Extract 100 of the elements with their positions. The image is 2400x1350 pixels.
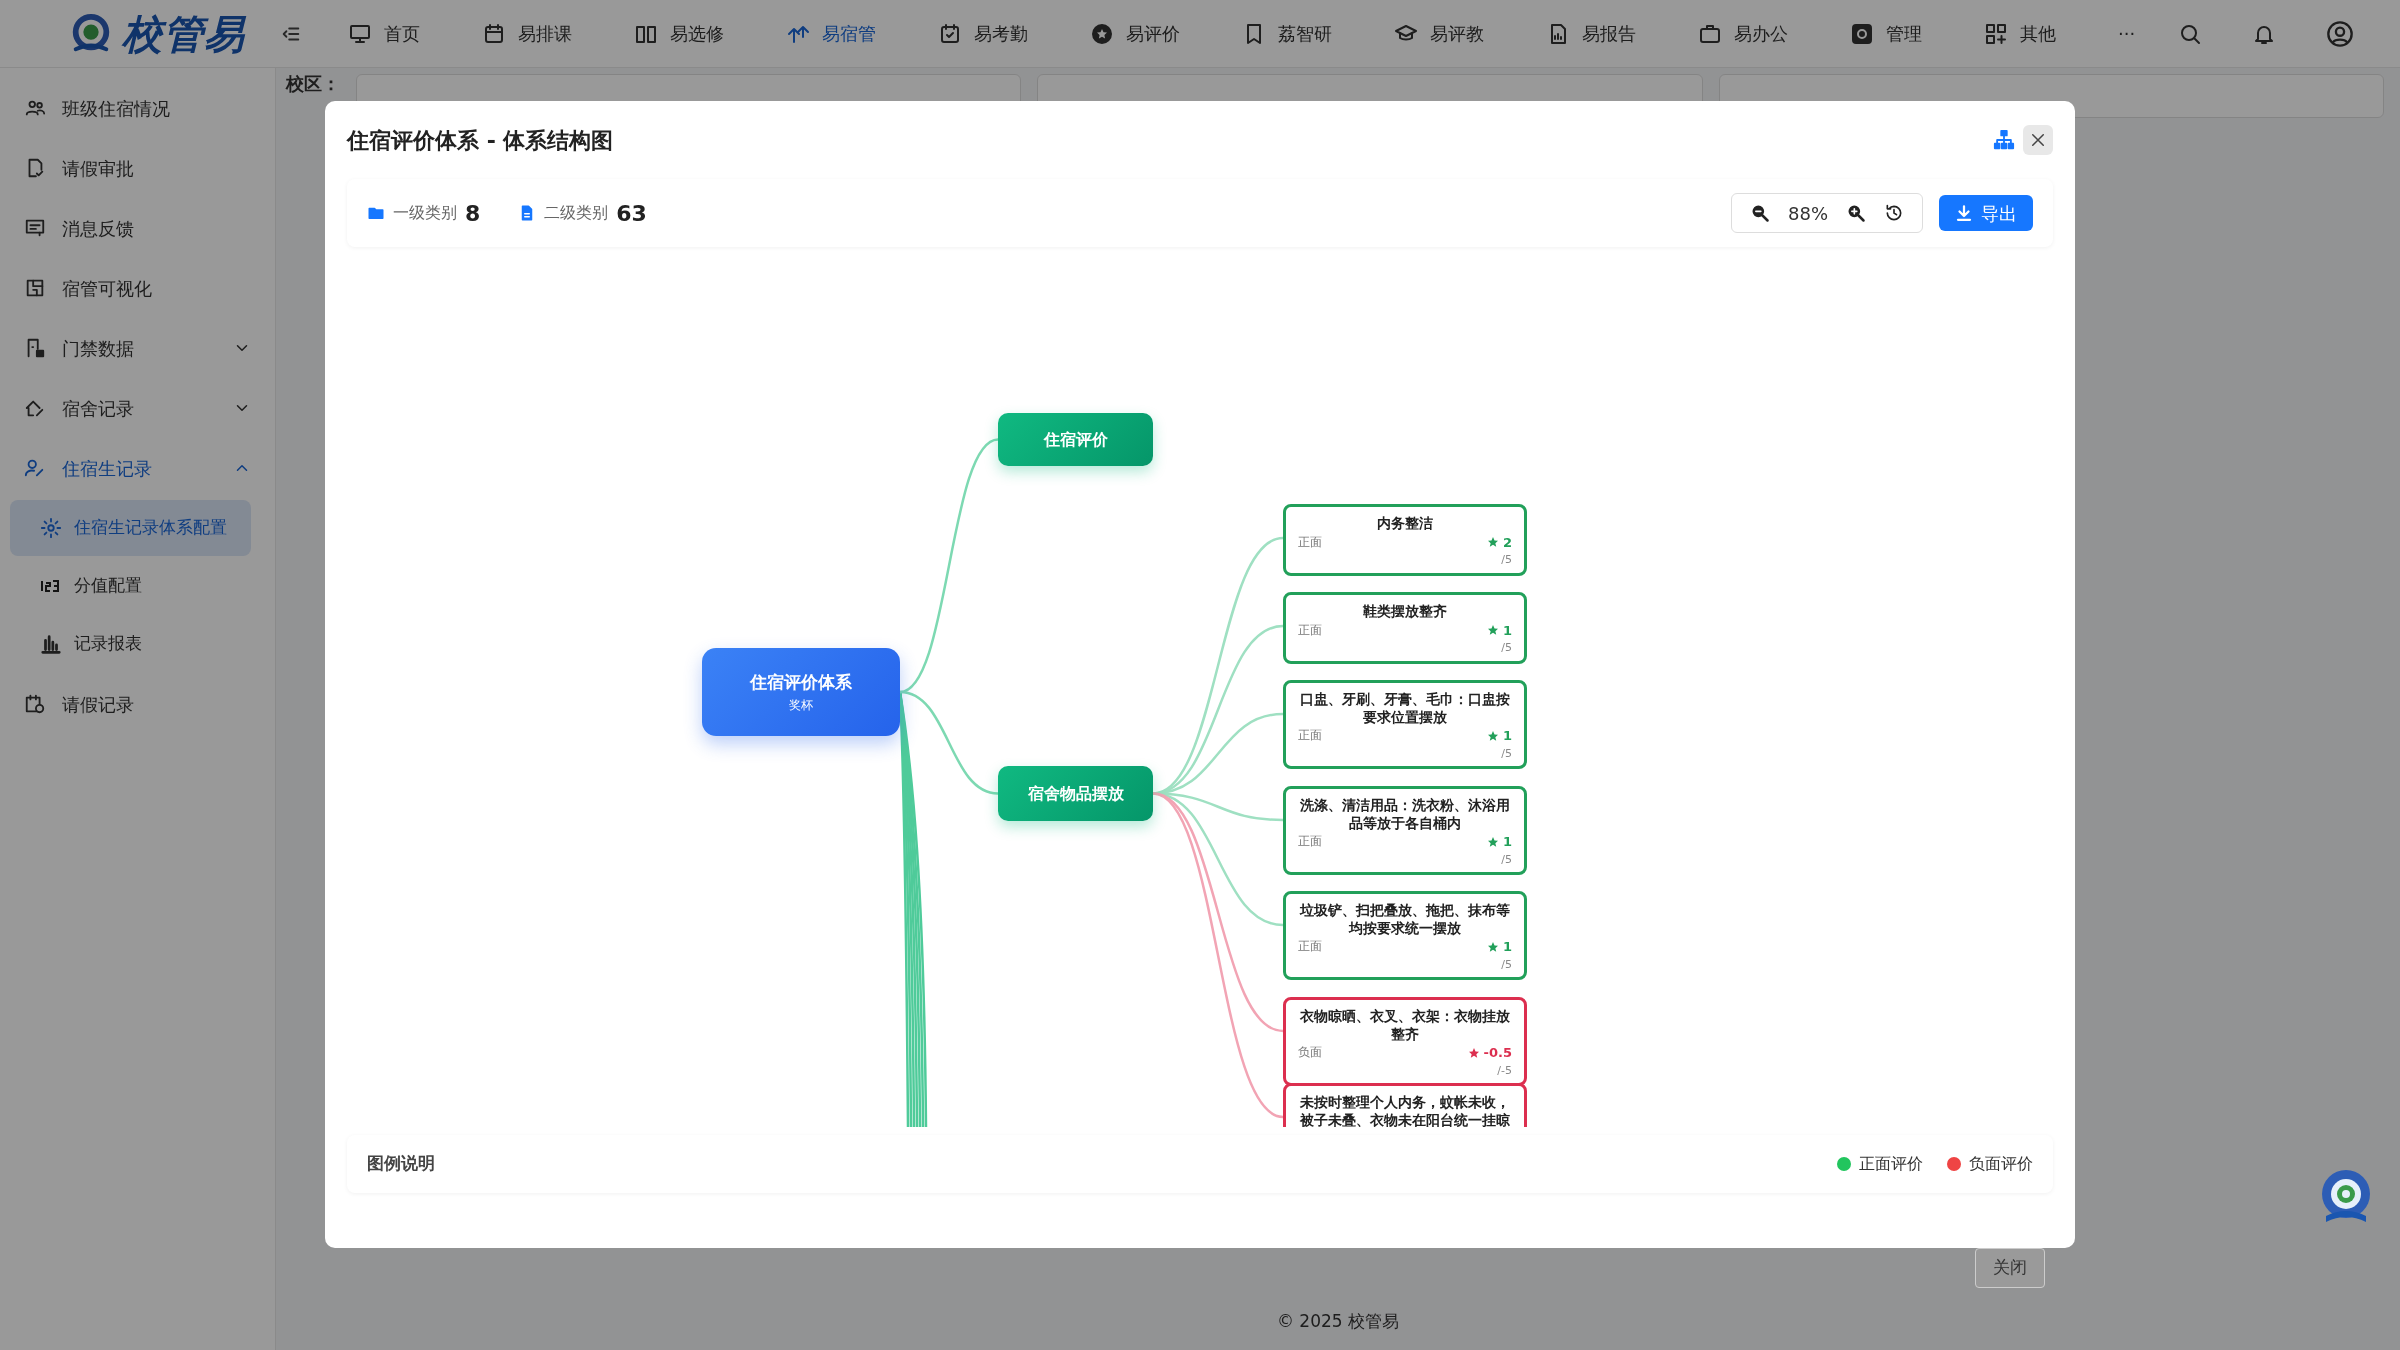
number-icon xyxy=(40,580,62,592)
sidebar-item[interactable]: 宿管可视化 xyxy=(0,258,275,318)
zoom-in-button[interactable] xyxy=(1846,203,1866,223)
item-card[interactable]: 内务整洁 正面 2 /5 xyxy=(1283,504,1527,576)
sidebar-item[interactable]: 请假记录 xyxy=(0,674,275,734)
reset-icon xyxy=(1884,203,1904,223)
star-circle-icon xyxy=(1090,21,1114,46)
score-max: /5 xyxy=(1500,640,1512,656)
star-icon xyxy=(1486,835,1499,848)
reset-button[interactable] xyxy=(1884,203,1904,223)
nav-tab[interactable]: 荔智研 xyxy=(1242,20,1332,47)
score-text: -0.5 xyxy=(1483,1044,1512,1062)
item-type: 正面 xyxy=(1298,727,1322,744)
calendar-clock-icon xyxy=(24,693,46,715)
legend-title: 图例说明 xyxy=(367,1152,435,1175)
score-text: 1 xyxy=(1502,621,1512,640)
filter-label: 校区： xyxy=(286,74,340,94)
sidebar-item[interactable]: 请假审批 xyxy=(0,138,275,198)
stat-label: 二级类别 xyxy=(544,202,609,224)
zoom-in-icon xyxy=(1846,203,1866,223)
bar-chart-icon xyxy=(40,633,62,655)
nav-tab[interactable]: 易选修 xyxy=(634,20,724,47)
item-title: 内务整洁 xyxy=(1376,515,1434,533)
stat-value: 63 xyxy=(616,199,647,228)
nav-tab[interactable]: 易排课 xyxy=(482,20,572,47)
sidebar-item[interactable]: 消息反馈 xyxy=(0,198,275,258)
item-card[interactable]: 口盅、牙刷、牙膏、毛巾：口盅按要求位置摆放 正面 1 /5 xyxy=(1283,680,1527,769)
item-card[interactable]: 洗涤、清洁用品：洗衣粉、沐浴用品等放于各自桶内 正面 1 /5 xyxy=(1283,786,1527,875)
more-button[interactable]: ··· xyxy=(2118,20,2136,47)
layout-icon xyxy=(24,277,46,299)
nav-tab[interactable]: 易评教 xyxy=(1394,20,1484,47)
item-type: 负面 xyxy=(1298,1044,1322,1061)
sidebar-item[interactable]: 宿舍记录 xyxy=(0,378,275,438)
zoom-level: 88% xyxy=(1788,201,1828,226)
zoom-out-button[interactable] xyxy=(1750,203,1770,223)
sidebar-item[interactable]: 住宿生记录体系配置 xyxy=(10,500,251,556)
score-max: /5 xyxy=(1500,956,1512,973)
root-node[interactable]: 住宿评价体系 奖杯 xyxy=(702,648,900,736)
item-title: 口盅、牙刷、牙膏、毛巾：口盅按要求位置摆放 xyxy=(1299,691,1511,726)
score-max: /5 xyxy=(1500,745,1512,762)
close-button[interactable]: 关闭 xyxy=(1975,1248,2045,1288)
category-node[interactable]: 住宿评价 xyxy=(998,413,1153,466)
score-text: 1 xyxy=(1502,727,1512,745)
modal-title: 住宿评价体系 - 体系结构图 xyxy=(347,126,614,155)
calendar-icon xyxy=(482,21,506,46)
nav-tab[interactable]: 易宿管 xyxy=(786,20,876,47)
sidebar-item[interactable]: 分值配置 xyxy=(10,558,166,614)
score-max: /5 xyxy=(1500,552,1512,568)
item-type: 正面 xyxy=(1298,621,1322,639)
item-type: 正面 xyxy=(1298,833,1322,850)
legend-label: 正面评价 xyxy=(1859,1152,1923,1175)
score-text: 1 xyxy=(1502,833,1512,851)
sidebar-item[interactable]: 住宿生记录 xyxy=(0,438,275,498)
nav-tab[interactable]: 易办公 xyxy=(1698,20,1788,47)
footer-text: © 2025 校管易 xyxy=(1275,1309,1401,1333)
category-node[interactable]: 宿舍物品摆放 xyxy=(998,766,1153,821)
item-title: 衣物晾晒、衣叉、衣架：衣物挂放整齐 xyxy=(1299,1008,1511,1043)
item-title: 垃圾铲、扫把叠放、拖把、抹布等均按要求统一摆放 xyxy=(1298,902,1511,937)
star-icon xyxy=(1486,624,1499,637)
user-icon xyxy=(2326,19,2354,48)
message-icon xyxy=(24,217,46,239)
nav-tab[interactable]: 其他 xyxy=(1984,20,2056,47)
calendar-check-icon xyxy=(938,21,962,46)
item-title: 鞋类摆放整齐 xyxy=(1362,603,1448,621)
score-text: 1 xyxy=(1502,938,1512,956)
legend-label: 负面评价 xyxy=(1969,1152,2033,1175)
close-button[interactable] xyxy=(2023,125,2053,155)
sidebar-item[interactable]: 记录报表 xyxy=(10,616,166,672)
item-card[interactable]: 垃圾铲、扫把叠放、拖把、抹布等均按要求统一摆放 正面 1 /5 xyxy=(1283,891,1527,980)
star-icon xyxy=(1486,536,1499,549)
item-type: 正面 xyxy=(1298,938,1322,955)
nav-tab[interactable]: 管理 xyxy=(1850,20,1922,47)
star-icon xyxy=(1467,1046,1480,1059)
sidebar-item[interactable]: 门禁数据 xyxy=(0,318,275,378)
close-icon xyxy=(2029,131,2047,149)
item-title: 洗涤、清洁用品：洗衣粉、沐浴用品等放于各自桶内 xyxy=(1299,797,1511,832)
stat-value: 8 xyxy=(465,199,481,228)
zoom-out-icon xyxy=(1750,203,1770,223)
export-button[interactable]: 导出 xyxy=(1939,195,2033,231)
score-text: 2 xyxy=(1502,533,1512,552)
item-card[interactable]: 衣物晾晒、衣叉、衣架：衣物挂放整齐 负面 -0.5 /-5 xyxy=(1283,997,1527,1086)
nav-tab[interactable]: 易考勤 xyxy=(938,20,1028,47)
star-icon xyxy=(1486,729,1499,742)
user-edit-icon xyxy=(24,457,46,479)
item-title: 未按时整理个人内务，蚊帐未收，被子未叠、衣物未在阳台统一挂晾 xyxy=(1299,1094,1511,1127)
item-card[interactable]: 未按时整理个人内务，蚊帐未收，被子未叠、衣物未在阳台统一挂晾 xyxy=(1283,1083,1527,1127)
stat-label: 一级类别 xyxy=(393,202,457,224)
item-card[interactable]: 鞋类摆放整齐 正面 1 /5 xyxy=(1283,592,1527,664)
nav-tab[interactable]: 首页 xyxy=(348,20,420,47)
item-type: 正面 xyxy=(1298,533,1322,551)
download-icon xyxy=(1955,204,1973,222)
score-max: /-5 xyxy=(1496,1062,1512,1079)
hierarchy-icon xyxy=(1993,129,2015,151)
grid-icon xyxy=(1984,21,2008,46)
nav-tab[interactable]: 易报告 xyxy=(1546,20,1636,47)
score-max: /5 xyxy=(1500,851,1512,868)
logo-text: 校管易 xyxy=(122,9,245,59)
sidebar-item[interactable]: 班级住宿情况 xyxy=(0,78,275,138)
nav-tab[interactable]: 易评价 xyxy=(1090,20,1180,47)
star-icon xyxy=(1486,940,1499,953)
